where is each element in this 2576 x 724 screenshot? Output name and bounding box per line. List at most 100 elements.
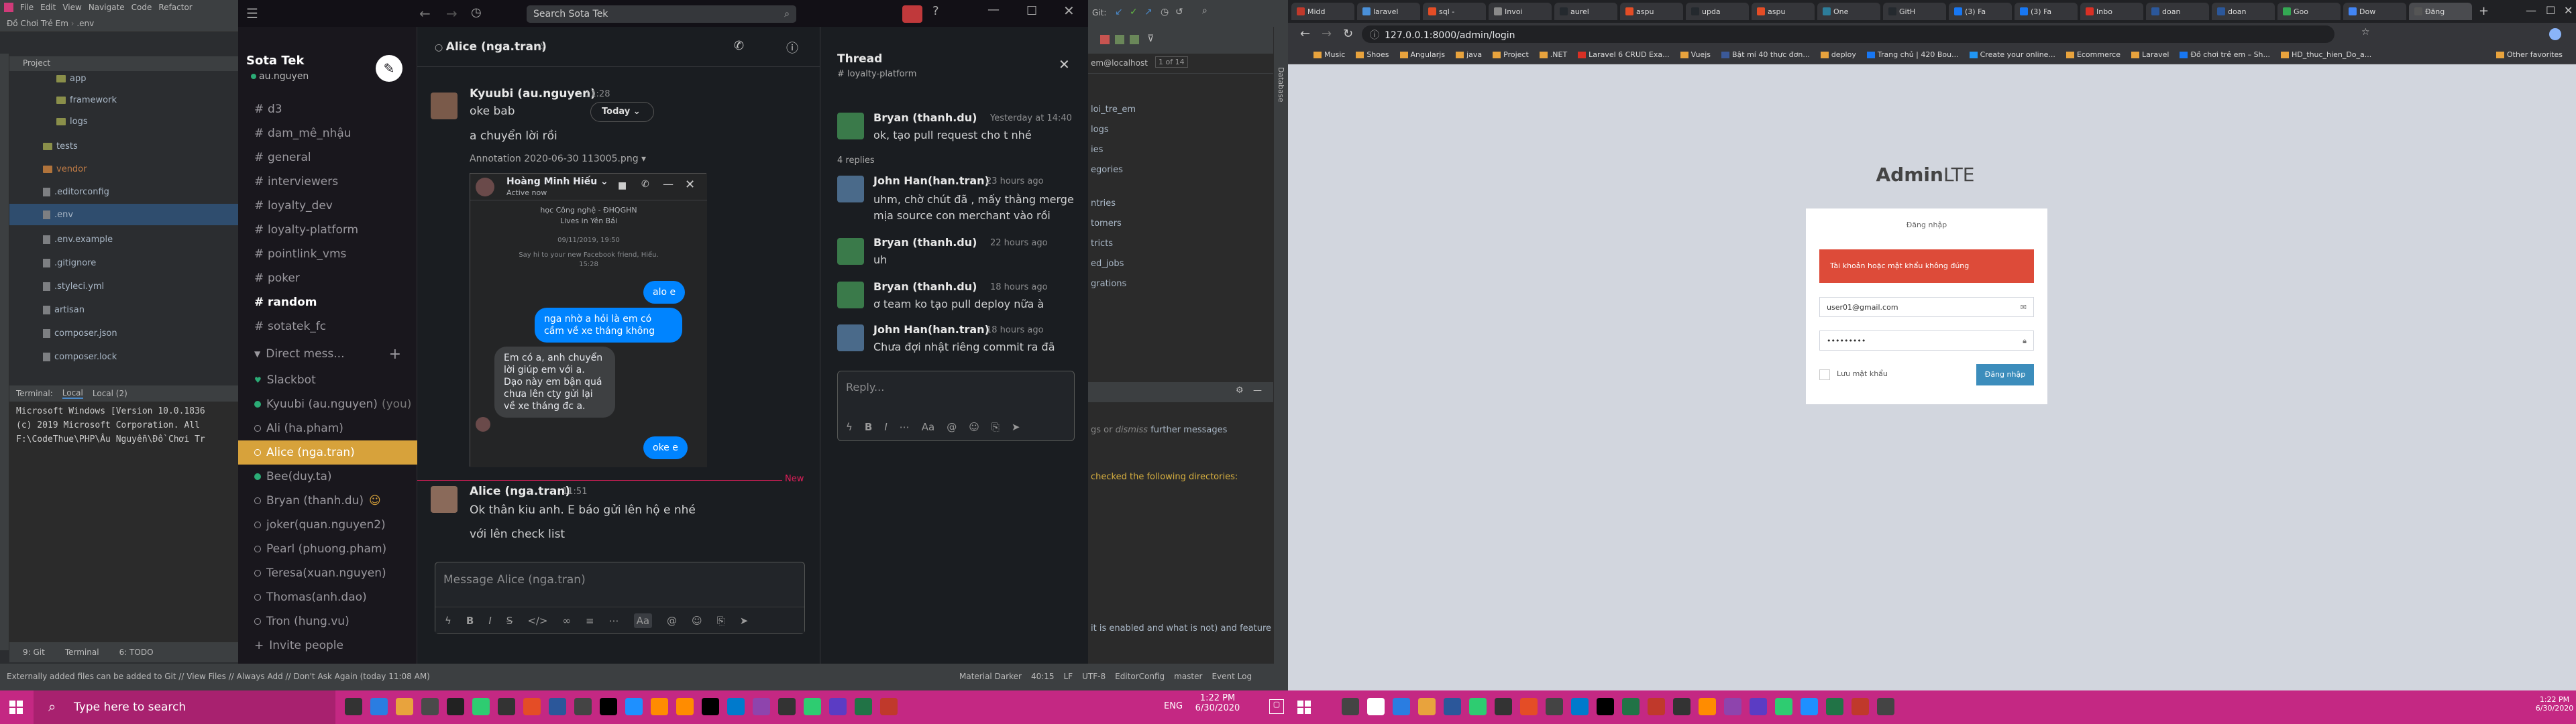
tree-item[interactable]: .gitignore [9,252,238,274]
password-field[interactable]: ••••••••• 🔒︎ [1819,330,2034,351]
browser-tab[interactable]: laravel [1357,3,1420,20]
browser-tab[interactable]: Midd [1291,3,1354,20]
db-connection[interactable]: em@localhost [1088,54,1288,74]
more-icon[interactable]: ⋯ [900,421,910,433]
attachment-name[interactable]: Annotation 2020-06-30 113005.png ▾ [470,154,646,164]
taskbar-app-icon[interactable] [1418,698,1436,715]
git-commit-icon[interactable]: ✓ [1130,7,1138,17]
taskbar-app-icon[interactable] [1775,698,1792,715]
bookmark-item[interactable]: Other favorites [2496,50,2563,59]
menu-refactor[interactable]: Refactor [158,3,192,12]
menu-view[interactable]: View [62,3,81,12]
tree-item[interactable]: artisan [9,299,238,320]
browser-tab[interactable]: Dow [2343,3,2406,20]
windows-start-icon[interactable] [9,701,23,714]
taskbar-app-icon[interactable] [651,698,668,715]
table-icon[interactable] [1130,35,1139,44]
channel-loyalty-dev[interactable]: # loyalty_dev [238,194,417,218]
dm-teresa[interactable]: Teresa(xuan.nguyen) [238,561,417,585]
tree-item[interactable]: .env.example [9,229,238,250]
thread-author[interactable]: John Han(han.tran) [873,174,989,187]
taskbar-app-icon[interactable] [472,698,490,715]
dm-slackbot[interactable]: ♥ Slackbot [238,368,417,392]
menu-edit[interactable]: Edit [40,3,56,12]
channel-interviewers[interactable]: # interviewers [238,170,417,194]
status-line-ending[interactable]: LF [1064,672,1073,681]
git-push-icon[interactable]: ↗ [1144,7,1152,17]
gift-icon[interactable] [902,5,922,23]
remember-label[interactable]: Lưu mật khẩu [1837,369,1888,378]
channel-general[interactable]: # general [238,145,417,170]
browser-tab[interactable]: (3) Fa [1949,3,2012,20]
channel-sotatek-fc[interactable]: # sotatek_fc [238,314,417,339]
adminlte-logo[interactable]: AdminLTE [1805,164,2046,188]
forward-arrow-icon[interactable]: → [1322,27,1332,41]
taskbar-app-icon[interactable] [549,698,566,715]
slack-search[interactable]: Search Sota Tek ⌕ [527,5,796,23]
taskbar-app-icon[interactable] [625,698,643,715]
history-icon[interactable]: ◷ [471,5,482,19]
menu-file[interactable]: File [20,3,34,12]
taskbar-app-icon[interactable] [1571,698,1589,715]
revert-icon[interactable]: ↺ [1175,7,1183,17]
dm-bee[interactable]: Bee(duy.ta) [238,465,417,489]
workspace-name[interactable]: Sota Tek [246,54,304,68]
browser-tab[interactable]: aspu [1620,3,1683,20]
browser-tab[interactable]: aurel [1554,3,1617,20]
taskbar-app-icon[interactable] [498,698,515,715]
tree-item[interactable]: framework [9,89,238,111]
db-table-item[interactable]: grations [1088,275,1273,295]
send-icon[interactable]: ➤ [740,615,749,627]
maximize-icon[interactable]: ☐ [2546,4,2555,17]
browser-tab[interactable]: (3) Fa [2015,3,2078,20]
thread-author[interactable]: Bryan (thanh.du) [873,236,977,249]
status-event-log[interactable]: Event Log [1212,672,1252,681]
stop-icon[interactable] [1100,35,1110,44]
taskbar-app-icon[interactable] [1367,698,1385,715]
profile-avatar[interactable] [2549,28,2561,40]
thread-channel[interactable]: # loyalty-platform [837,69,916,79]
language-indicator[interactable]: ENG [1164,701,1183,711]
git-tab[interactable]: 9: Git [23,648,45,657]
send-icon[interactable]: ➤ [1012,421,1020,433]
history-icon[interactable]: ◷ [1161,7,1169,17]
browser-tab[interactable]: Inbo [2080,3,2143,20]
thread-time[interactable]: 22 hours ago [990,238,1048,248]
date-divider-button[interactable]: Today ⌄ [590,102,654,122]
db-table-item[interactable]: tomers [1088,215,1273,235]
avatar[interactable] [837,113,864,139]
browser-tab[interactable]: GitH [1883,3,1946,20]
italic-icon[interactable]: I [488,615,491,627]
terminal-output[interactable]: Microsoft Windows [Version 10.0.1836 (c)… [9,402,238,643]
tree-item[interactable]: .env [9,204,238,225]
filter-icon[interactable]: ⊽ [1147,34,1154,44]
channel-loyalty-platform[interactable]: # loyalty-platform [238,218,417,242]
tree-item[interactable]: .styleci.yml [9,276,238,297]
taskbar-app-icon[interactable] [1469,698,1487,715]
git-update-icon[interactable]: ↙ [1115,7,1123,17]
close-icon[interactable]: ✕ [2564,4,2573,17]
taskbar-app-icon[interactable] [702,698,719,715]
bookmark-item[interactable]: Laravel [2131,50,2169,59]
avatar[interactable] [837,238,864,265]
star-icon[interactable]: ☆ [2361,27,2370,38]
breadcrumb-project[interactable]: Đồ Chơi Trẻ Em [7,19,68,28]
bookmark-item[interactable]: Vuejs [1680,50,1711,59]
tree-item[interactable]: composer.json [9,322,238,344]
dm-joker[interactable]: joker(quan.nguyen2) [238,513,417,537]
taskbar-app-icon[interactable] [1520,698,1538,715]
taskbar-app-icon[interactable] [1393,698,1410,715]
back-arrow-icon[interactable]: ← [1300,27,1310,41]
table-icon[interactable] [1115,35,1124,44]
terminal-tab-local[interactable]: Local [62,388,83,399]
taskbar-app-icon[interactable] [1546,698,1563,715]
maximize-icon[interactable]: ☐ [1026,4,1037,18]
channel-d3[interactable]: # d3 [238,97,417,121]
taskbar-app-icon[interactable] [880,698,898,715]
shortcuts-icon[interactable]: ϟ [846,421,853,433]
minimize-icon[interactable]: — [987,3,1000,17]
bookmark-item[interactable]: Project [1493,50,1529,59]
thread-time[interactable]: Yesterday at 14:40 [990,113,1072,123]
windows-start-icon[interactable] [1297,701,1311,714]
close-icon[interactable]: ✕ [1063,3,1075,19]
